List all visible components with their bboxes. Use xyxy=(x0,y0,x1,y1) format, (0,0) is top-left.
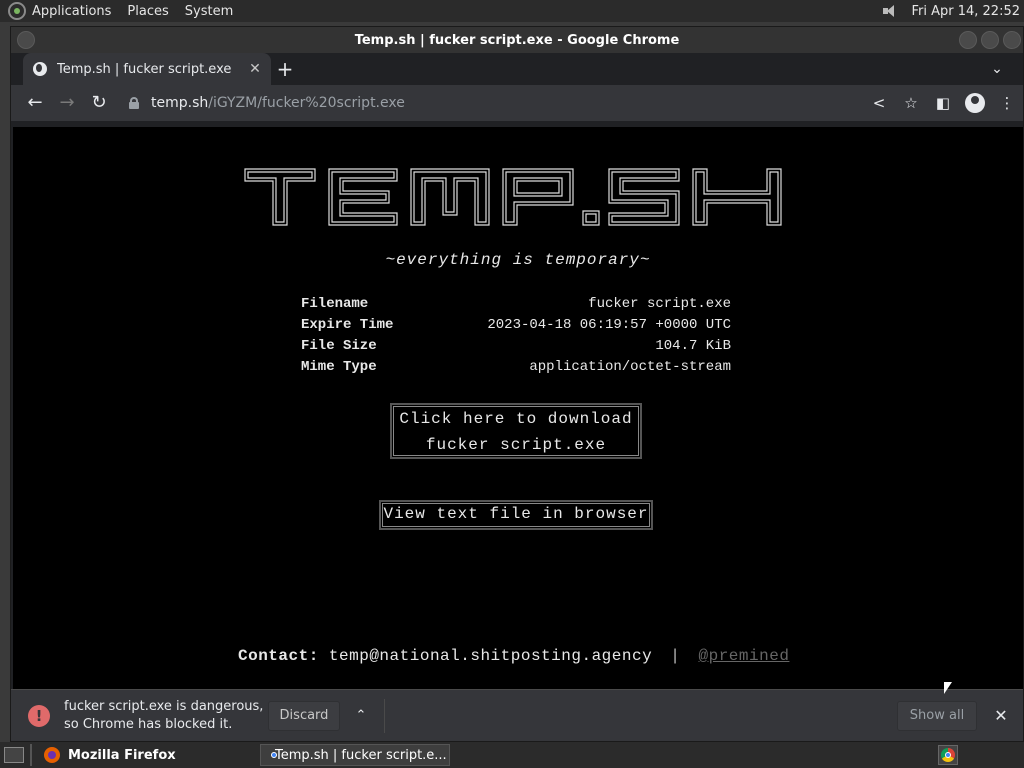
download-line-2: fucker script.exe xyxy=(425,436,607,454)
maximize-icon[interactable] xyxy=(981,31,999,49)
clock[interactable]: Fri Apr 14, 22:52 xyxy=(911,4,1020,19)
mouse-cursor-icon xyxy=(944,682,952,694)
browser-window: Temp.sh | fucker script.exe - Google Chr… xyxy=(10,26,1024,742)
contact-line: Contact: temp@national.shitposting.agenc… xyxy=(238,647,789,665)
top-panel: Applications Places System Fri Apr 14, 2… xyxy=(0,0,1024,22)
window-title: Temp.sh | fucker script.exe - Google Chr… xyxy=(354,32,680,48)
side-panel-icon[interactable]: ◧ xyxy=(927,87,959,119)
show-all-button[interactable]: Show all xyxy=(897,700,977,731)
distro-logo-icon[interactable] xyxy=(8,2,26,20)
download-line-1: Click here to download xyxy=(399,410,633,428)
profile-avatar-icon[interactable] xyxy=(965,93,985,113)
window-titlebar[interactable]: Temp.sh | fucker script.exe - Google Chr… xyxy=(11,27,1023,53)
back-icon[interactable]: ← xyxy=(19,87,51,119)
discard-button[interactable]: Discard xyxy=(268,700,340,731)
info-key: Mime Type xyxy=(301,359,377,375)
taskbar-firefox[interactable]: Mozilla Firefox xyxy=(38,744,228,766)
info-value: 104.7 KiB xyxy=(655,338,731,354)
address-bar[interactable]: temp.sh/iGYZM/fucker%20script.exe xyxy=(129,89,863,117)
close-download-bar-icon[interactable]: ✕ xyxy=(983,706,1019,725)
info-value: 2023-04-18 06:19:57 +0000 UTC xyxy=(487,317,731,333)
taskbar-firefox-label: Mozilla Firefox xyxy=(68,747,176,763)
info-row-file-size: File Size 104.7 KiB xyxy=(301,336,731,357)
download-bar: ! fucker script.exe is dangerous, so Chr… xyxy=(11,689,1023,741)
close-window-icon[interactable] xyxy=(1003,31,1021,49)
lock-icon[interactable] xyxy=(129,97,139,109)
info-row-mime-type: Mime Type application/octet-stream xyxy=(301,357,731,378)
info-value: fucker script.exe xyxy=(588,296,731,312)
toolbar: ← → ↻ temp.sh/iGYZM/fucker%20script.exe … xyxy=(11,85,1023,121)
globe-icon xyxy=(33,62,47,76)
chrome-icon xyxy=(941,748,955,762)
contact-separator: | xyxy=(670,647,681,665)
minimize-icon[interactable] xyxy=(959,31,977,49)
info-key: File Size xyxy=(301,338,377,354)
menu-applications[interactable]: Applications xyxy=(32,4,111,19)
temp-sh-logo xyxy=(243,167,783,227)
tray-chrome-icon[interactable] xyxy=(938,745,958,765)
file-info-table: Filename fucker script.exe Expire Time 2… xyxy=(301,294,731,378)
tab-close-icon[interactable]: ✕ xyxy=(243,61,267,77)
show-desktop-icon[interactable] xyxy=(4,747,24,763)
tab-strip: Temp.sh | fucker script.exe ✕ + ⌄ xyxy=(11,53,1023,85)
info-value: application/octet-stream xyxy=(529,359,731,375)
menu-places[interactable]: Places xyxy=(127,4,168,19)
kebab-menu-icon[interactable]: ⋮ xyxy=(991,87,1023,119)
warning-icon: ! xyxy=(28,704,50,727)
bottom-panel: Mozilla Firefox Temp.sh | fucker script.… xyxy=(0,742,1024,768)
contact-label: Contact: xyxy=(238,647,319,665)
volume-icon[interactable] xyxy=(883,4,899,18)
window-menu-icon[interactable] xyxy=(17,31,35,49)
tagline: ~everything is temporary~ xyxy=(385,251,651,269)
tab-temp-sh[interactable]: Temp.sh | fucker script.exe ✕ xyxy=(23,53,271,85)
download-warning-message[interactable]: fucker script.exe is dangerous, so Chrom… xyxy=(64,698,268,734)
view-in-browser-button[interactable]: View text file in browser xyxy=(379,500,653,530)
firefox-icon xyxy=(44,747,60,763)
chevron-up-icon[interactable]: ⌃ xyxy=(346,708,376,723)
reload-icon[interactable]: ↻ xyxy=(83,87,115,119)
share-icon[interactable]: < xyxy=(863,87,895,119)
forward-icon[interactable]: → xyxy=(51,87,83,119)
divider xyxy=(384,698,385,733)
download-button[interactable]: Click here to download fucker script.exe xyxy=(390,403,642,459)
twitter-link[interactable]: @premined xyxy=(699,647,790,665)
bookmark-star-icon[interactable]: ☆ xyxy=(895,87,927,119)
new-tab-button[interactable]: + xyxy=(273,57,297,81)
info-row-expire-time: Expire Time 2023-04-18 06:19:57 +0000 UT… xyxy=(301,315,731,336)
info-key: Expire Time xyxy=(301,317,394,333)
tab-title: Temp.sh | fucker script.exe xyxy=(57,61,232,77)
url-path: /iGYZM/fucker%20script.exe xyxy=(208,95,405,111)
url-host: temp.sh xyxy=(151,95,209,111)
contact-email-link[interactable]: temp@national.shitposting.agency xyxy=(329,647,652,665)
menu-system[interactable]: System xyxy=(185,4,233,19)
info-key: Filename xyxy=(301,296,369,312)
taskbar-chrome-label: Temp.sh | fucker script.e... xyxy=(275,747,447,763)
info-row-filename: Filename fucker script.exe xyxy=(301,294,731,315)
page-content: ~everything is temporary~ Filename fucke… xyxy=(13,127,1023,689)
tab-search-chevron-icon[interactable]: ⌄ xyxy=(985,57,1009,81)
taskbar-chrome[interactable]: Temp.sh | fucker script.e... xyxy=(260,744,450,766)
divider xyxy=(30,744,32,766)
